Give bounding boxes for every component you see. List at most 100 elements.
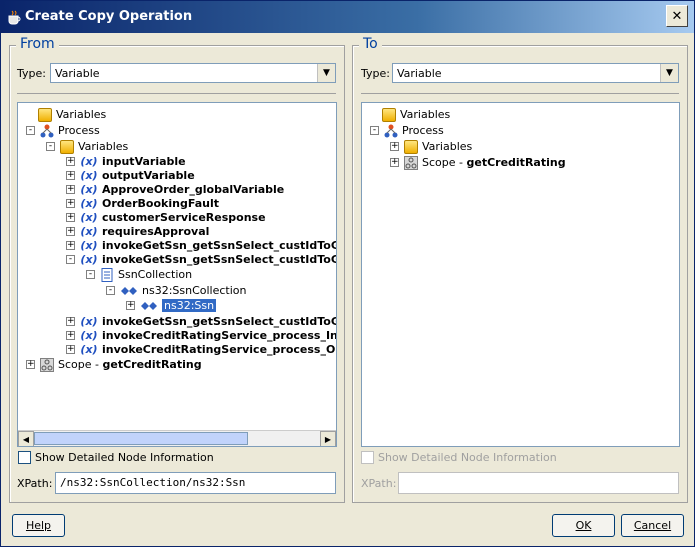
collapse-icon[interactable]: -: [26, 126, 35, 135]
tree-node[interactable]: + (x) invokeGetSsn_getSsnSelect_custIdToGe…: [66, 238, 337, 253]
tree-node-label: customerServiceResponse: [102, 211, 266, 224]
from-separator: [17, 93, 336, 94]
collapse-icon[interactable]: -: [106, 286, 115, 295]
tree-node[interactable]: -(x) invokeGetSsn_getSsnSelect_custIdToGe…: [66, 252, 336, 267]
tree-node[interactable]: + (x) invokeCreditRatingService_process_Ou…: [66, 342, 337, 357]
expand-icon[interactable]: +: [66, 157, 75, 166]
tree-node[interactable]: Variables: [38, 107, 106, 122]
tree-node-label: Process: [402, 124, 444, 137]
to-xpath-field[interactable]: [398, 472, 679, 494]
cancel-button[interactable]: Cancel: [621, 514, 684, 537]
help-button[interactable]: Help: [12, 514, 65, 537]
expand-icon[interactable]: +: [66, 331, 75, 340]
element-icon: [121, 286, 137, 295]
tree-node-label: Scope - getCreditRating: [58, 358, 202, 371]
tree-node[interactable]: + ns32:Ssn: [126, 298, 217, 313]
collapse-icon[interactable]: -: [86, 270, 95, 279]
variable-icon: (x): [80, 168, 98, 182]
folder-icon: [60, 139, 74, 154]
to-type-label: Type:: [361, 67, 390, 80]
close-icon: ✕: [671, 8, 683, 24]
tree-node[interactable]: + (x) ApproveOrder_globalVariable: [66, 182, 284, 197]
to-show-detail-label: Show Detailed Node Information: [378, 451, 557, 464]
tree-node[interactable]: + (x) outputVariable: [66, 168, 195, 183]
process-icon: [40, 124, 54, 137]
tree-node[interactable]: Variables: [382, 107, 450, 122]
tree-node[interactable]: + (x) inputVariable: [66, 154, 186, 169]
expand-icon[interactable]: +: [66, 227, 75, 236]
folder-icon: [38, 107, 52, 122]
variable-icon: (x): [80, 328, 98, 342]
from-tree[interactable]: Variables - Process - Variables + (x) inputVari…: [17, 102, 337, 447]
to-type-value: Variable: [397, 67, 442, 80]
tree-node-label: Variables: [56, 108, 107, 121]
tree-node[interactable]: + Variables: [390, 139, 472, 154]
ok-button-label: OK: [575, 519, 592, 532]
from-xpath-label: XPath:: [17, 477, 53, 490]
tree-node-label: Scope - getCreditRating: [422, 156, 566, 169]
tree-node-label: invokeCreditRatingService_process_Output…: [102, 343, 337, 356]
tree-node-label: inputVariable: [102, 155, 186, 168]
from-horizontal-scrollbar[interactable]: ◀ ▶: [18, 430, 336, 446]
expand-icon[interactable]: +: [66, 213, 75, 222]
to-show-detail-checkbox[interactable]: [361, 451, 374, 464]
expand-icon[interactable]: +: [66, 171, 75, 180]
from-type-value: Variable: [55, 67, 100, 80]
collapse-icon[interactable]: -: [46, 142, 55, 151]
collapse-icon[interactable]: -: [66, 255, 75, 264]
tree-node[interactable]: + Scope - getCreditRating: [26, 357, 202, 372]
ok-button[interactable]: OK: [552, 514, 615, 537]
expand-icon[interactable]: +: [66, 317, 75, 326]
window-title: Create Copy Operation: [25, 9, 193, 24]
variable-icon: (x): [80, 224, 98, 238]
variable-icon: (x): [80, 342, 98, 356]
tree-node[interactable]: - Process: [26, 123, 100, 138]
from-type-label: Type:: [17, 67, 46, 80]
chevron-down-icon[interactable]: ▼: [660, 64, 678, 82]
tree-node[interactable]: + (x) invokeGetSsn_getSsnSelect_custIdToGe…: [66, 314, 336, 329]
expand-icon[interactable]: +: [66, 241, 75, 250]
tree-node-label: ns32:SsnCollection: [142, 284, 247, 297]
tree-node-label: outputVariable: [102, 169, 195, 182]
tree-node-label: Variables: [400, 108, 451, 121]
collapse-icon[interactable]: -: [370, 126, 379, 135]
tree-node-label: OrderBookingFault: [102, 197, 219, 210]
variable-icon: (x): [80, 196, 98, 210]
from-show-detail-checkbox[interactable]: [18, 451, 31, 464]
tree-node-label: invokeGetSsn_getSsnSelect_custIdToGetSsn: [102, 239, 337, 252]
expand-icon[interactable]: +: [66, 345, 75, 354]
tree-node-label: ns32:Ssn: [162, 299, 217, 312]
expand-icon[interactable]: +: [126, 301, 135, 310]
close-button[interactable]: ✕: [666, 5, 688, 27]
tree-node[interactable]: - ns32:SsnCollection: [106, 283, 247, 298]
variable-icon: (x): [80, 210, 98, 224]
chevron-down-icon[interactable]: ▼: [317, 64, 335, 82]
expand-icon[interactable]: +: [390, 158, 399, 167]
to-type-select[interactable]: Variable ▼: [392, 63, 679, 83]
from-xpath-field[interactable]: /ns32:SsnCollection/ns32:Ssn: [55, 472, 336, 494]
tree-node[interactable]: - Process: [370, 123, 444, 138]
from-type-select[interactable]: Variable ▼: [50, 63, 336, 83]
expand-icon[interactable]: +: [66, 199, 75, 208]
tree-node[interactable]: + (x) OrderBookingFault: [66, 196, 219, 211]
tree-node[interactable]: + Scope - getCreditRating: [390, 155, 566, 170]
element-icon: [141, 301, 157, 310]
tree-node-label: Variables: [78, 140, 129, 153]
tree-node[interactable]: + (x) customerServiceResponse: [66, 210, 266, 225]
expand-icon[interactable]: +: [26, 360, 35, 369]
tree-node[interactable]: - Variables: [46, 139, 129, 154]
to-tree[interactable]: Variables - Process + Variables + Scope - getC…: [361, 102, 680, 447]
to-xpath-label: XPath:: [361, 477, 397, 490]
tree-node[interactable]: + (x) invokeCreditRatingService_process_In…: [66, 328, 336, 343]
scroll-thumb[interactable]: [34, 432, 248, 445]
dialog-window: Create Copy Operation ✕ From Type: Varia…: [0, 0, 695, 547]
tree-node[interactable]: - SsnCollection: [86, 267, 192, 282]
expand-icon[interactable]: +: [66, 185, 75, 194]
variable-icon: (x): [80, 252, 98, 266]
tree-node[interactable]: + (x) requiresApproval: [66, 224, 209, 239]
title-bar[interactable]: Create Copy Operation ✕: [1, 1, 694, 33]
variable-icon: (x): [80, 182, 98, 196]
scroll-left-icon[interactable]: ◀: [18, 431, 34, 446]
expand-icon[interactable]: +: [390, 142, 399, 151]
scroll-right-icon[interactable]: ▶: [320, 431, 336, 446]
